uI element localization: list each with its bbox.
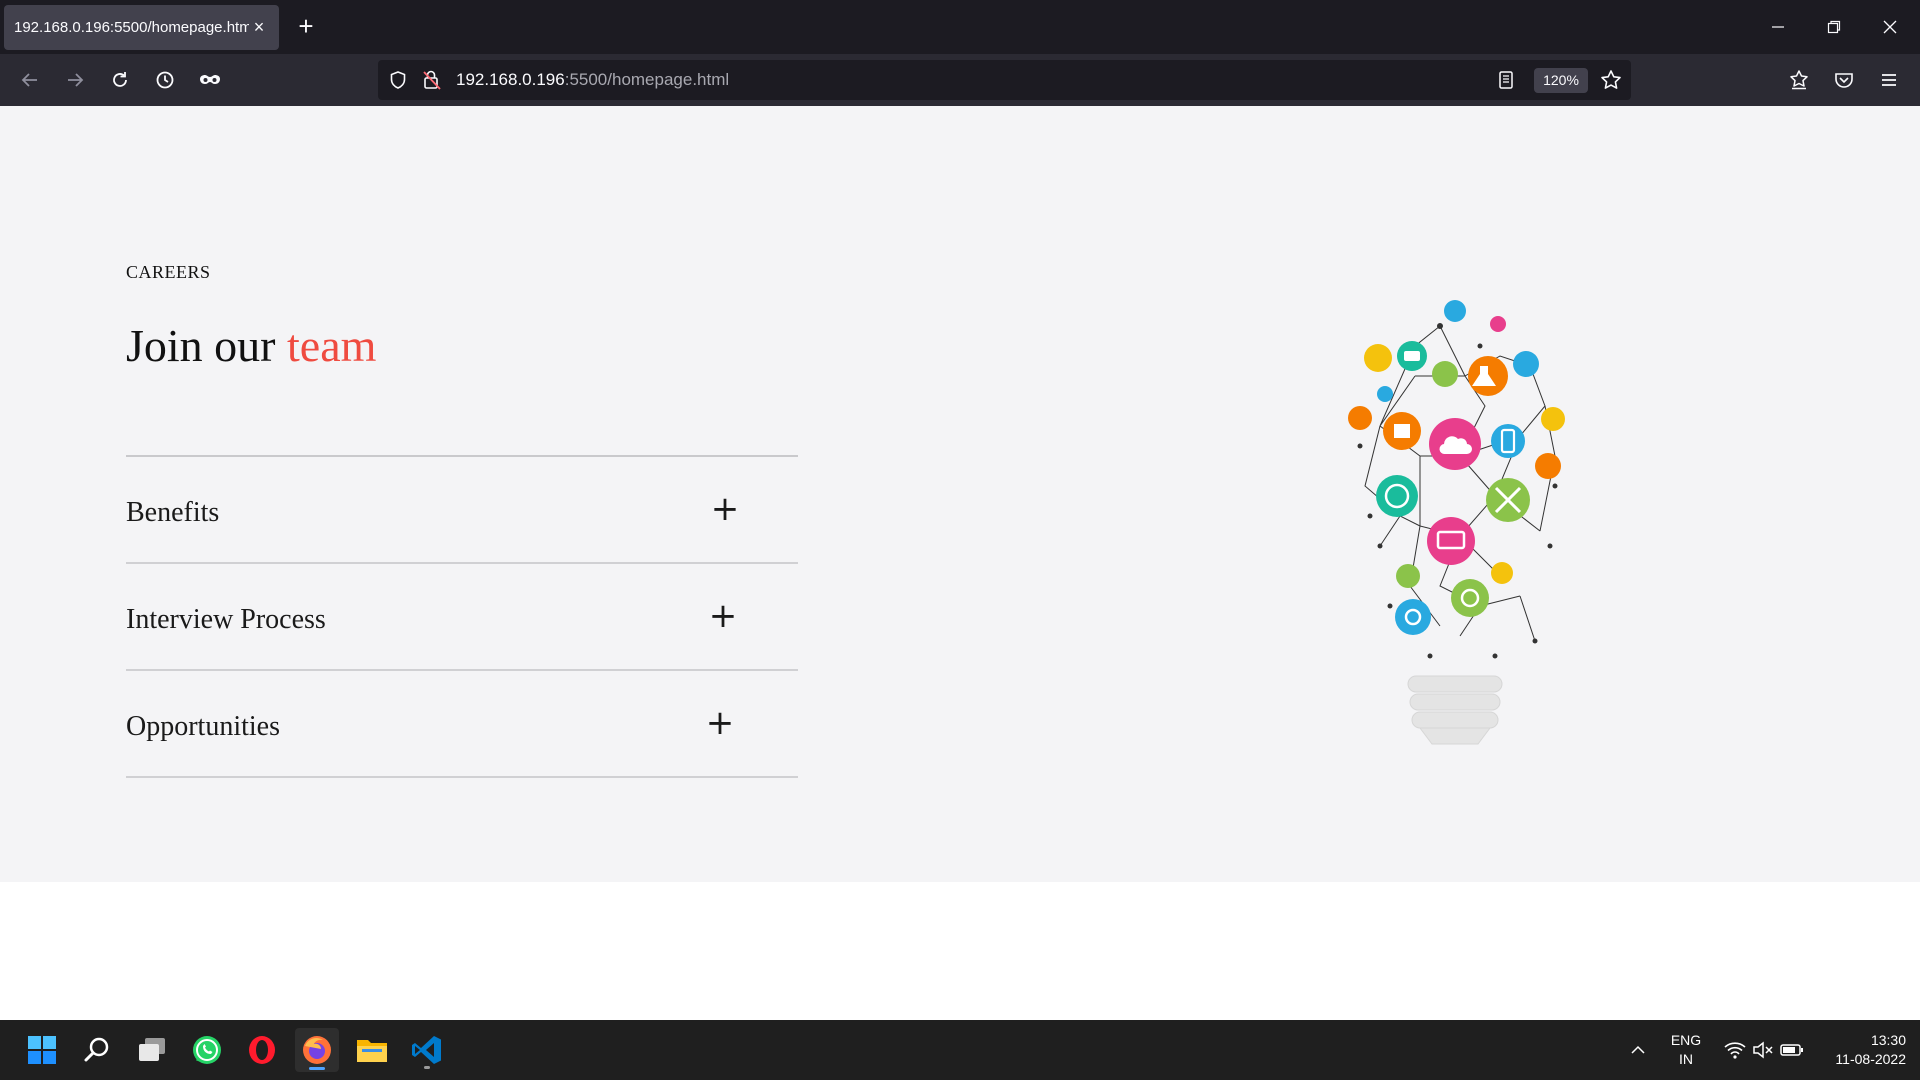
file-explorer-app-button[interactable] [350,1028,394,1072]
bookmark-star-icon[interactable] [1600,69,1622,91]
vscode-icon [412,1036,441,1064]
clock[interactable]: 13:30 11-08-2022 [1816,1031,1906,1069]
minimize-button[interactable] [1750,0,1806,54]
browser-tab[interactable]: 192.168.0.196:5500/homepage.html × [4,5,279,50]
region-code: IN [1679,1051,1693,1067]
active-app-indicator [309,1067,325,1070]
pocket-icon [1835,73,1853,88]
search-icon [84,1037,109,1062]
history-button[interactable] [149,64,181,96]
search-button[interactable] [75,1028,119,1072]
hamburger-menu-icon [1882,74,1896,86]
accordion-item-opportunities[interactable]: Opportunities + [126,671,798,778]
vscode-app-button[interactable] [405,1028,449,1072]
tab-title: 192.168.0.196:5500/homepage.html [14,19,249,36]
running-app-indicator [424,1066,430,1069]
wifi-icon [1724,1042,1746,1059]
app-menu-button[interactable] [1873,64,1905,96]
heading-main: Join our [126,320,276,371]
expand-plus-icon[interactable]: + [702,705,738,741]
language-code: ENG [1670,1032,1702,1048]
start-button[interactable] [20,1028,64,1072]
expand-plus-icon[interactable]: + [705,598,741,634]
insecure-lock-icon[interactable] [422,69,442,91]
restore-button[interactable] [1806,0,1862,54]
show-hidden-icons-button[interactable] [1622,1028,1654,1072]
quick-settings-button[interactable] [1716,1028,1812,1072]
reload-icon [113,72,127,87]
expand-plus-icon[interactable]: + [707,491,743,527]
close-icon [1883,20,1897,34]
windows-logo-icon [28,1036,56,1064]
url-path: :5500/homepage.html [564,70,730,89]
minimize-icon [1772,26,1784,28]
saved-items-icon [1790,70,1808,90]
chevron-up-icon [1631,1045,1645,1054]
zoom-level-badge[interactable]: 120% [1534,68,1588,93]
tab-close-icon[interactable]: × [249,17,269,38]
speaker-muted-icon [1753,1041,1773,1059]
mask-icon [200,75,220,84]
address-bar[interactable]: 192.168.0.196:5500/homepage.html 120% [378,60,1631,100]
accordion-item-benefits[interactable]: Benefits + [126,457,798,564]
url-host: 192.168.0.196 [456,70,565,89]
shield-icon[interactable] [388,70,408,90]
whatsapp-icon [193,1036,221,1064]
battery-icon [1780,1044,1803,1056]
tab-strip: 192.168.0.196:5500/homepage.html × + [0,0,1920,54]
forward-arrow-icon [68,73,84,87]
careers-accordion: Benefits + Interview Process + Opportuni… [126,455,798,778]
back-button[interactable] [14,64,46,96]
reader-view-icon[interactable] [1496,70,1516,90]
extensions-button[interactable] [1783,64,1815,96]
firefox-app-button[interactable] [295,1028,339,1072]
accordion-label: Benefits [126,497,220,528]
opera-app-button[interactable] [240,1028,284,1072]
accordion-label: Opportunities [126,711,280,742]
task-view-icon [139,1038,165,1061]
private-browsing-button[interactable] [194,64,226,96]
section-eyebrow: CAREERS [126,262,211,282]
navigation-toolbar: 192.168.0.196:5500/homepage.html 120% [0,54,1920,106]
heading-accent: team [287,320,377,371]
whatsapp-app-button[interactable] [185,1028,229,1072]
new-tab-button[interactable]: + [292,12,320,40]
windows-taskbar: ENG IN 13:30 11-08-2022 [0,1020,1920,1080]
accordion-label: Interview Process [126,604,326,635]
reload-button[interactable] [104,64,136,96]
accordion-item-interview-process[interactable]: Interview Process + [126,564,798,671]
back-arrow-icon [21,73,37,87]
forward-button[interactable] [59,64,91,96]
url-text[interactable]: 192.168.0.196:5500/homepage.html [456,70,729,90]
clock-icon [156,71,174,89]
task-view-button[interactable] [130,1028,174,1072]
lightbulb-illustration [1348,300,1565,745]
pocket-button[interactable] [1828,64,1860,96]
careers-section: CAREERS Join our team Benefits + Intervi… [0,106,1920,882]
clock-time: 13:30 [1870,1032,1906,1048]
firefox-icon [303,1036,331,1064]
page-title: Join our team [126,319,376,372]
folder-icon [357,1040,387,1062]
restore-icon [1827,20,1841,34]
language-indicator[interactable]: ENG IN [1666,1031,1706,1069]
opera-icon [249,1036,275,1064]
close-window-button[interactable] [1862,0,1918,54]
clock-date: 11-08-2022 [1835,1051,1906,1067]
